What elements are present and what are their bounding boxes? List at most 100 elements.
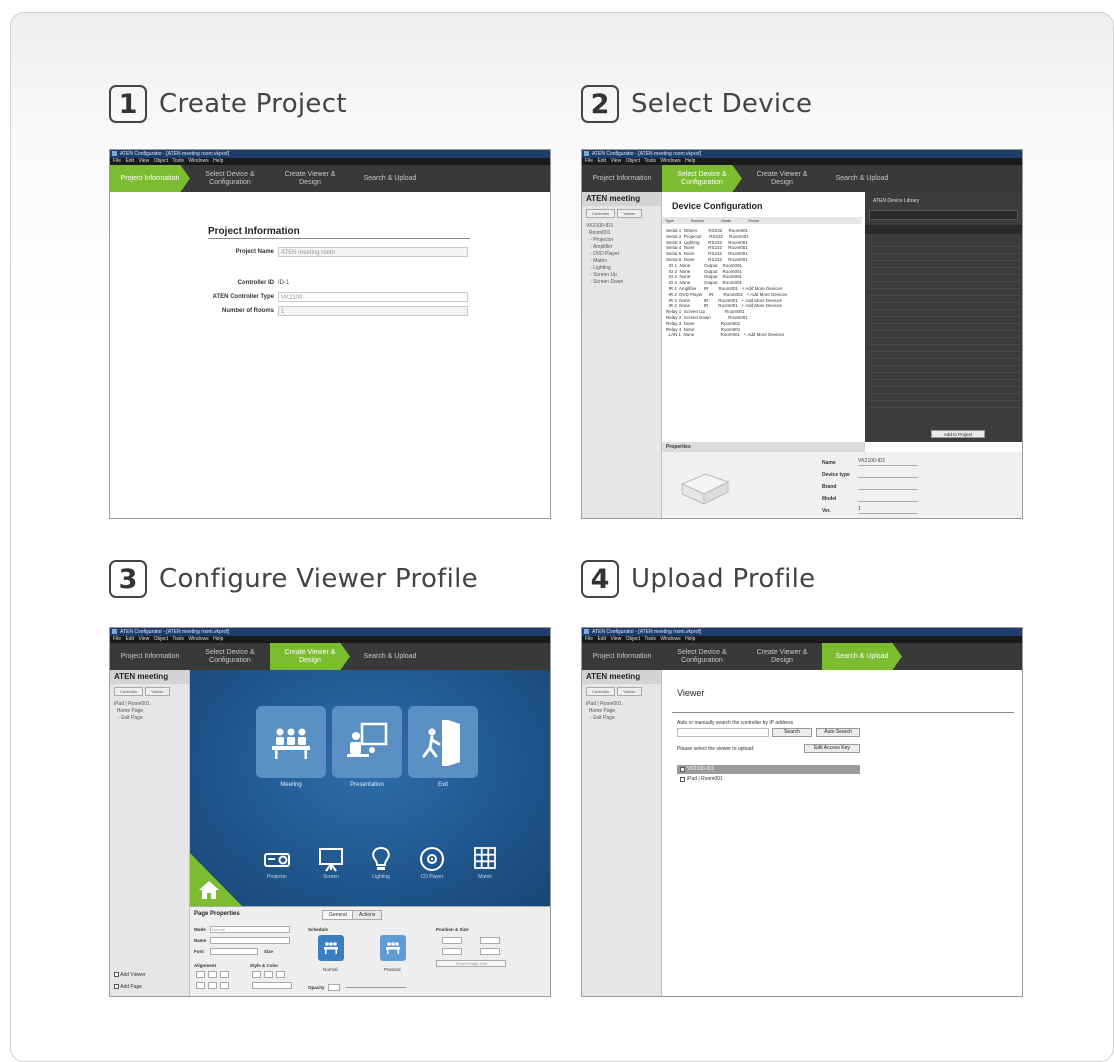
valign-middle-button[interactable] <box>208 982 217 989</box>
tab-viewer[interactable]: Viewer <box>145 687 170 696</box>
list-item[interactable] <box>869 254 1020 261</box>
align-left-button[interactable] <box>196 971 205 978</box>
home-icon[interactable] <box>198 880 220 900</box>
tab-controller[interactable]: Controller <box>114 687 144 696</box>
add-viewer-button[interactable]: Add Viewer <box>114 972 146 978</box>
list-item[interactable] <box>869 268 1020 275</box>
list-item[interactable] <box>869 359 1020 366</box>
list-item[interactable] <box>869 394 1020 401</box>
viewer-tree[interactable]: iPad | Room001 Home Page - Exit Page <box>110 699 189 724</box>
canvas-page-tabs[interactable]: Home Page x Exit Page <box>194 662 236 667</box>
ip-address-input[interactable] <box>677 728 769 737</box>
list-item[interactable] <box>869 401 1020 408</box>
tab-select-device[interactable]: Select Device & Configuration <box>190 165 270 192</box>
list-item[interactable] <box>869 338 1020 345</box>
list-item[interactable] <box>869 247 1020 254</box>
list-item[interactable] <box>869 240 1020 247</box>
list-item[interactable] <box>869 310 1020 317</box>
x-input[interactable] <box>442 937 462 944</box>
valign-bottom-button[interactable] <box>220 982 229 989</box>
tab-project-information[interactable]: Project Information <box>582 643 662 670</box>
prop-name-value[interactable]: VK2100-ID1 <box>858 458 918 466</box>
library-search-input[interactable] <box>869 210 1018 220</box>
tab-search-upload[interactable]: Search & Upload <box>350 165 430 192</box>
italic-button[interactable] <box>264 971 273 978</box>
align-right-button[interactable] <box>220 971 229 978</box>
tab-project-information[interactable]: Project Information <box>110 165 190 192</box>
tab-general[interactable]: General <box>322 910 354 920</box>
tab-search-upload[interactable]: Search & Upload <box>350 643 430 670</box>
tab-create-viewer[interactable]: Create Viewer & Design <box>270 165 350 192</box>
tab-select-device[interactable]: Select Device & Configuration <box>662 165 742 192</box>
device-tree[interactable]: VK2100-ID1 Room001 - Projector - Amplifi… <box>582 221 661 288</box>
font-select[interactable] <box>210 948 258 955</box>
rooms-input[interactable]: 1 <box>278 306 468 316</box>
list-item[interactable] <box>869 380 1020 387</box>
list-item[interactable] <box>869 366 1020 373</box>
edit-access-key-button[interactable]: Edit Access Key <box>804 744 860 753</box>
tab-create-viewer[interactable]: Create Viewer & Design <box>742 165 822 192</box>
mode-select[interactable]: Normal <box>210 926 290 933</box>
prop-model-value[interactable] <box>858 494 918 502</box>
list-item[interactable] <box>869 317 1020 324</box>
list-item[interactable] <box>869 373 1020 380</box>
normal-state-thumb[interactable] <box>318 935 344 961</box>
tab-create-viewer[interactable]: Create Viewer & Design <box>270 643 350 670</box>
height-input[interactable] <box>480 948 500 955</box>
color-picker[interactable] <box>252 982 292 989</box>
tab-create-viewer[interactable]: Create Viewer & Design <box>742 643 822 670</box>
tab-project-information[interactable]: Project Information <box>110 643 190 670</box>
viewer-row-2-checkbox[interactable] <box>680 777 685 782</box>
list-item[interactable] <box>869 296 1020 303</box>
matrix-icon[interactable] <box>470 846 500 872</box>
project-name-input[interactable]: ATEN meeting room <box>278 247 468 257</box>
name-input[interactable] <box>210 937 290 944</box>
list-item[interactable] <box>869 275 1020 282</box>
tab-viewer[interactable]: Viewer <box>617 687 642 696</box>
viewer-tree[interactable]: iPad | Room001 Home Page - Exit Page <box>582 699 661 724</box>
presentation-tile[interactable] <box>332 706 402 778</box>
pressed-state-thumb[interactable] <box>380 935 406 961</box>
prop-version-value[interactable]: 1 <box>858 506 918 514</box>
lighting-icon[interactable] <box>366 846 396 872</box>
bold-button[interactable] <box>252 971 261 978</box>
viewer-row-1-checkbox[interactable] <box>680 767 685 772</box>
align-center-button[interactable] <box>208 971 217 978</box>
reset-image-size-button[interactable]: Reset Image Size <box>436 960 506 967</box>
width-input[interactable] <box>480 937 500 944</box>
list-item[interactable] <box>869 303 1020 310</box>
screen-icon[interactable] <box>316 846 346 872</box>
valign-top-button[interactable] <box>196 982 205 989</box>
auto-search-button[interactable]: Auto Search <box>816 728 860 737</box>
tab-viewer[interactable]: Viewer <box>617 209 642 218</box>
exit-tile[interactable] <box>408 706 478 778</box>
prop-brand-value[interactable] <box>858 482 918 490</box>
list-item[interactable] <box>869 331 1020 338</box>
list-item[interactable] <box>869 324 1020 331</box>
list-item[interactable] <box>869 282 1020 289</box>
opacity-slider[interactable] <box>346 987 406 988</box>
add-page-button[interactable]: Add Page <box>114 984 142 990</box>
prop-device-type-value[interactable] <box>858 470 918 478</box>
opacity-input[interactable] <box>328 984 340 991</box>
underline-button[interactable] <box>276 971 285 978</box>
search-button[interactable]: Search <box>772 728 812 737</box>
viewer-row-selected[interactable]: VK2100-ID1 <box>677 765 860 774</box>
list-item[interactable] <box>869 289 1020 296</box>
tab-controller[interactable]: Controller <box>586 687 616 696</box>
cd-player-icon[interactable] <box>417 846 447 872</box>
y-input[interactable] <box>442 948 462 955</box>
tab-project-information[interactable]: Project Information <box>582 165 662 192</box>
list-item[interactable] <box>869 387 1020 394</box>
add-to-project-button[interactable]: Add to Project <box>931 430 985 438</box>
list-item[interactable] <box>869 345 1020 352</box>
projector-icon[interactable] <box>262 846 292 872</box>
meeting-tile[interactable] <box>256 706 326 778</box>
tab-select-device[interactable]: Select Device & Configuration <box>662 643 742 670</box>
tab-search-upload[interactable]: Search & Upload <box>822 643 902 670</box>
list-item[interactable] <box>869 261 1020 268</box>
tab-search-upload[interactable]: Search & Upload <box>822 165 902 192</box>
list-item[interactable] <box>869 352 1020 359</box>
table-row[interactable]: LAN 1 None Room001 + Add More Devices <box>666 332 866 338</box>
tab-controller[interactable]: Controller <box>586 209 616 218</box>
